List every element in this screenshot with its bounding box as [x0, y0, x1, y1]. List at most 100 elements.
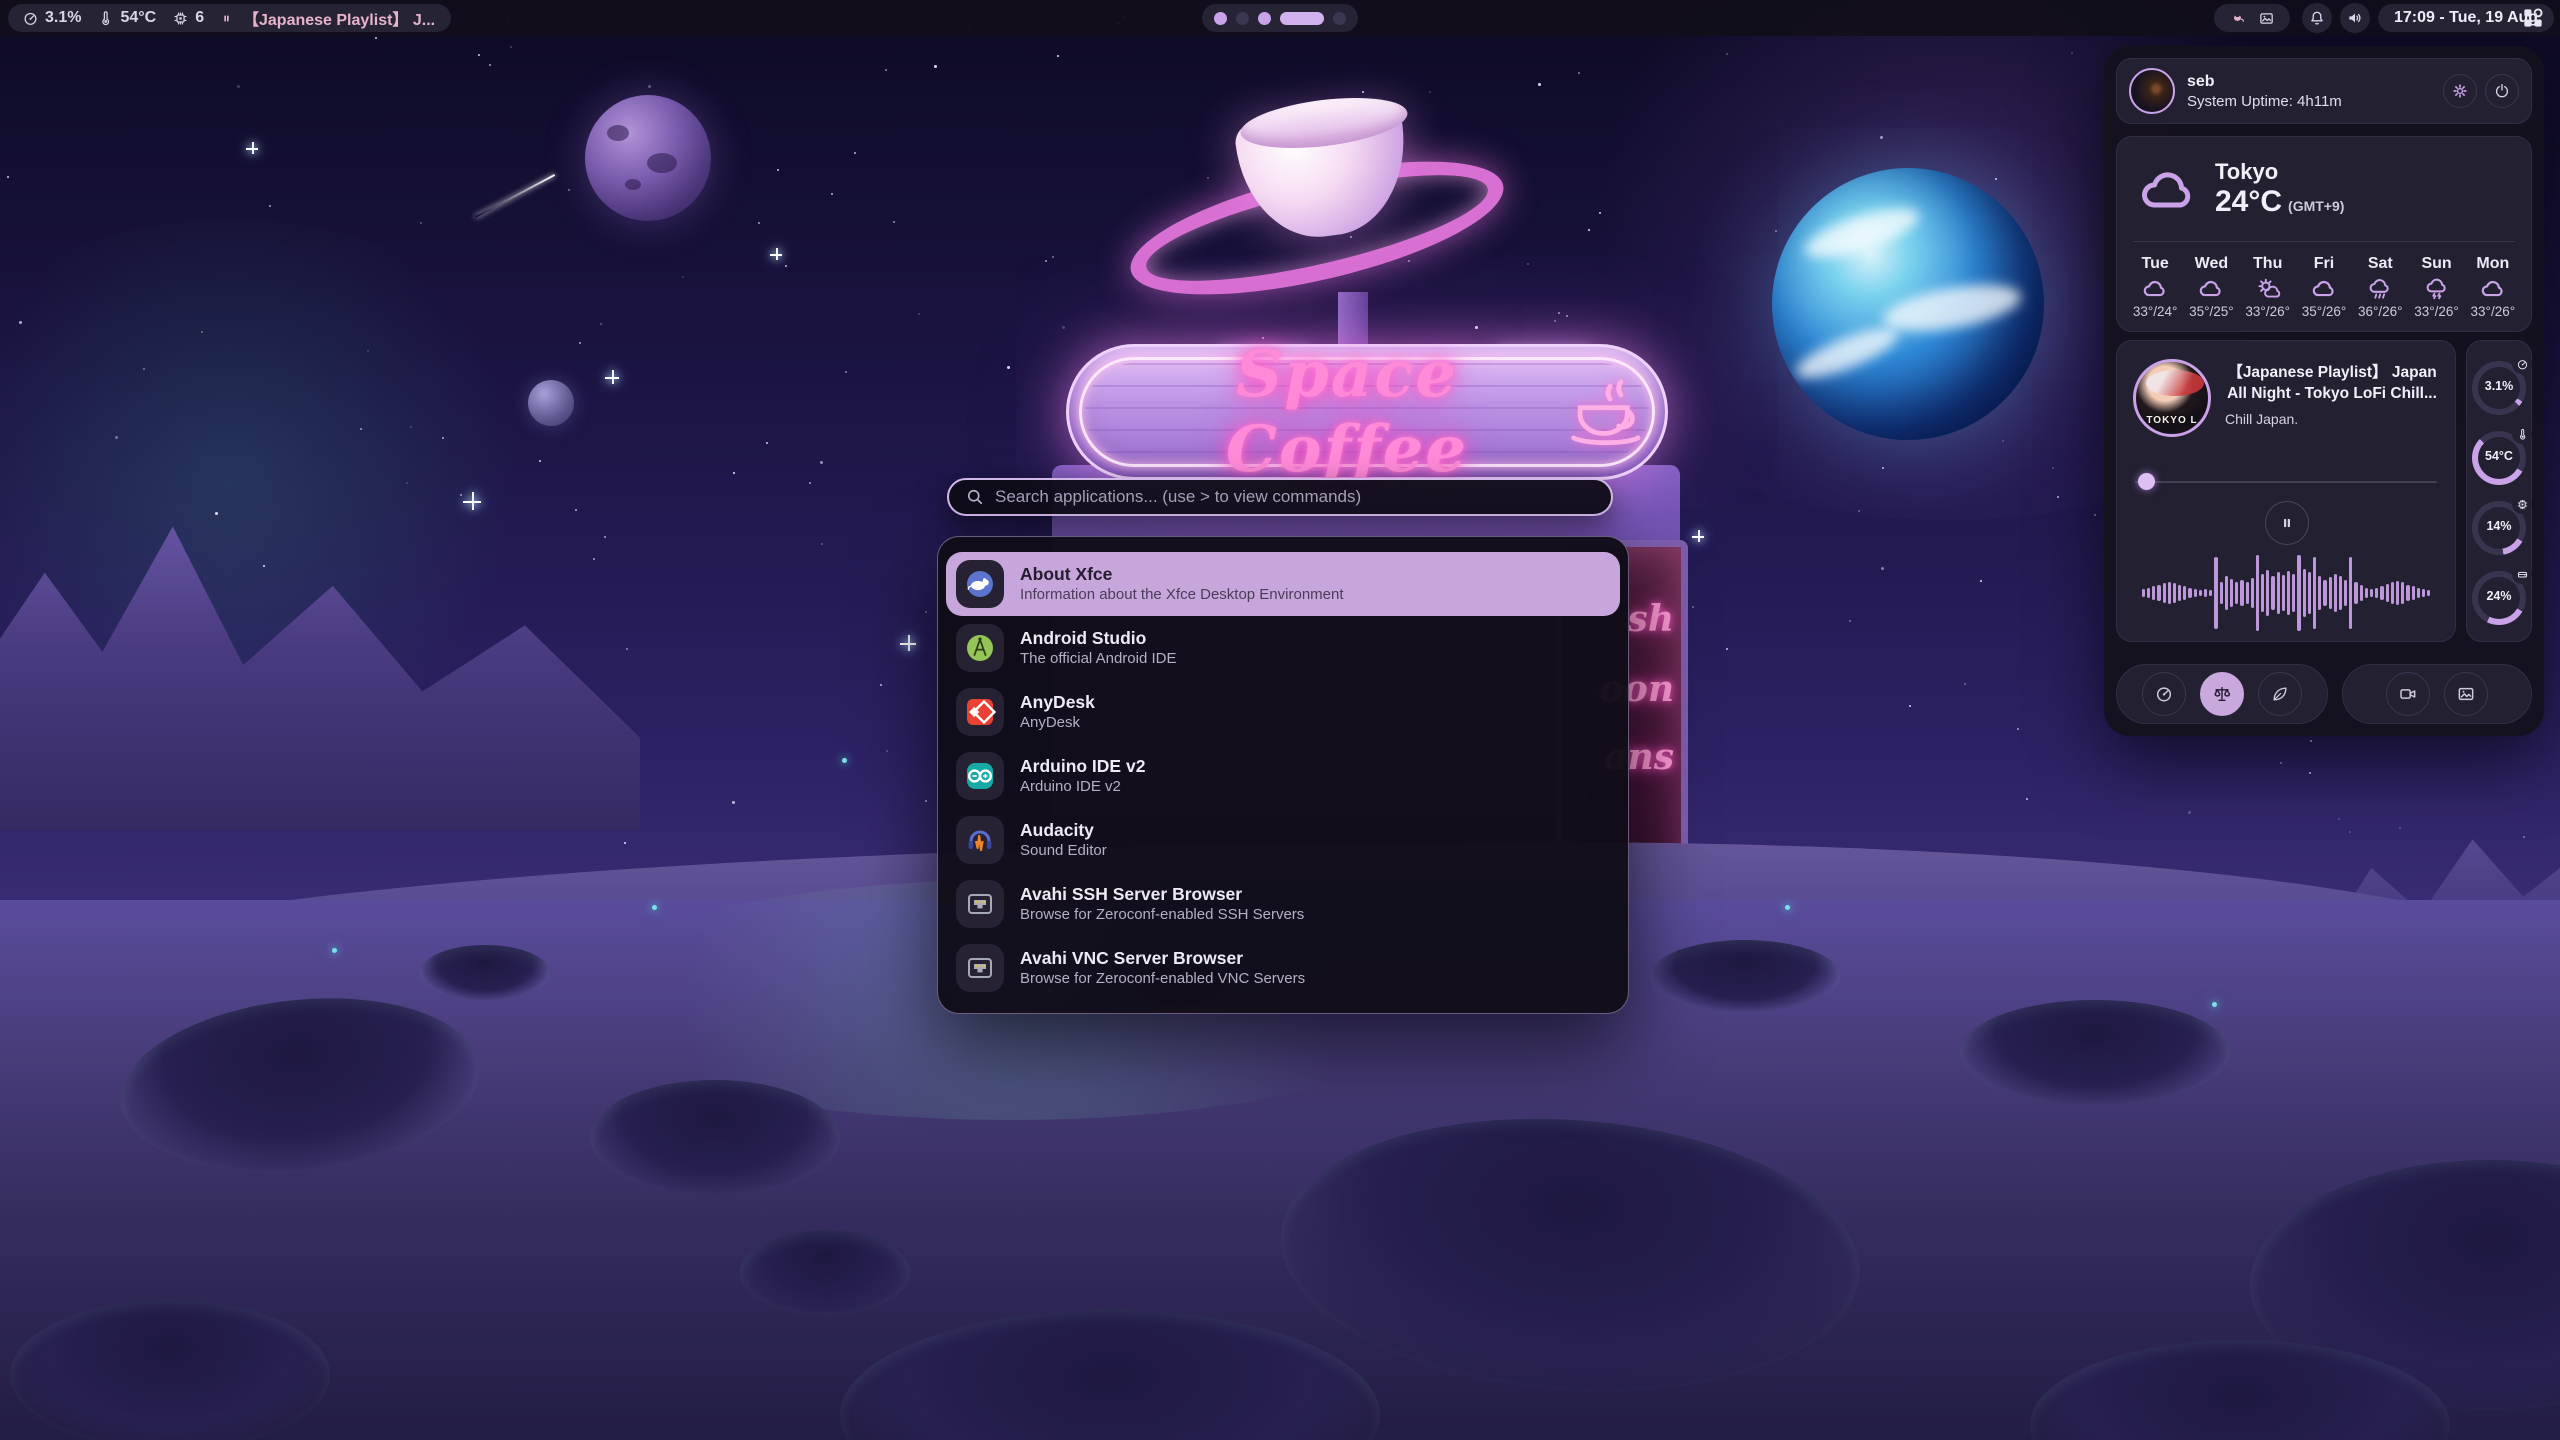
hard-disk-icon: [2512, 564, 2532, 584]
sparkle-star: [246, 142, 258, 154]
app-row-arduino[interactable]: Arduino IDE v2 Arduino IDE v2: [938, 744, 1628, 808]
sign-text: Space Coffee: [1117, 337, 1577, 487]
clock-text: 17:09 - Tue, 19 Aug: [2394, 9, 2538, 27]
sparkle-star: [1692, 530, 1704, 542]
weather-city: Tokyo: [2215, 159, 2278, 185]
app-description: AnyDesk: [1020, 714, 1095, 733]
weather-forecast-row: Tue 33°/24° Wed 35°/25° Thu 33°/26° Fri …: [2127, 253, 2521, 321]
workspace-dot-4-active[interactable]: [1280, 12, 1324, 25]
avatar[interactable]: [2129, 68, 2175, 114]
workspace-dot-2[interactable]: [1236, 12, 1249, 25]
earth-planet: [1772, 168, 2044, 440]
sparkle-star: [605, 370, 619, 384]
cloudy-icon: [2310, 276, 2338, 302]
gauge-icon: [2154, 684, 2174, 704]
app-description: Browse for Zeroconf-enabled VNC Servers: [1020, 970, 1305, 989]
cat-pet-icon[interactable]: [2229, 10, 2246, 27]
app-row-audacity[interactable]: Audacity Sound Editor: [938, 808, 1628, 872]
progress-track[interactable]: [2135, 481, 2437, 483]
thermometer-icon: [97, 10, 114, 27]
forecast-day: Fri 35°/26°: [2296, 253, 2352, 321]
memory-chip-icon: [172, 10, 189, 27]
sparkle-star: [463, 492, 481, 510]
anydesk-icon: [956, 688, 1004, 736]
launcher-search-bar[interactable]: [947, 478, 1613, 516]
search-icon: [965, 487, 985, 507]
system-uptime: System Uptime: 4h11m: [2187, 93, 2435, 110]
app-row-anydesk[interactable]: AnyDesk AnyDesk: [938, 680, 1628, 744]
gauge-icon: [22, 10, 39, 27]
app-row-avahi-vnc[interactable]: Avahi VNC Server Browser Browse for Zero…: [938, 936, 1628, 1000]
wallpaper-button[interactable]: [2444, 672, 2488, 716]
volume-button[interactable]: [2340, 3, 2370, 33]
arduino-icon: [956, 752, 1004, 800]
forecast-day: Mon 33°/26°: [2465, 253, 2521, 321]
forecast-day: Tue 33°/24°: [2127, 253, 2183, 321]
cloudy-icon: [2197, 276, 2225, 302]
weather-timezone: (GMT+9): [2288, 198, 2344, 214]
cpu-usage-value: 3.1%: [45, 9, 81, 27]
search-input[interactable]: [995, 487, 1595, 507]
album-art: TOKYO L: [2133, 359, 2211, 437]
balanced-mode-button[interactable]: [2200, 672, 2244, 716]
weather-temperature: 24°C(GMT+9): [2215, 185, 2344, 219]
balance-scales-icon: [2212, 684, 2232, 704]
progress-knob[interactable]: [2138, 473, 2155, 490]
track-title: 【Japanese Playlist】 Japan All Night - To…: [2223, 363, 2441, 405]
workspace-dot-1[interactable]: [1214, 12, 1227, 25]
performance-mode-button[interactable]: [2142, 672, 2186, 716]
floating-saturn-cup: [1152, 80, 1482, 320]
app-name: Audacity: [1020, 820, 1107, 842]
app-description: The official Android IDE: [1020, 650, 1176, 669]
screen-record-button[interactable]: [2386, 672, 2430, 716]
wallpaper-picture-icon[interactable]: [2258, 10, 2275, 27]
temperature-value: 54°C: [120, 9, 156, 27]
partly-sunny-icon: [2254, 276, 2282, 302]
crater: [10, 1300, 330, 1440]
sparkle-star: [770, 248, 782, 260]
play-pause-button[interactable]: [2265, 501, 2309, 545]
workspace-dot-5[interactable]: [1333, 12, 1346, 25]
weather-cloud-icon: [2135, 161, 2201, 221]
crater: [590, 1080, 840, 1195]
crater: [1650, 940, 1840, 1012]
overview-button[interactable]: [2520, 5, 2546, 36]
cpu-usage: 3.1%: [22, 9, 81, 27]
app-name: Android Studio: [1020, 628, 1176, 650]
notifications-button[interactable]: [2302, 3, 2332, 33]
glow-dot: [842, 758, 847, 763]
gear-icon: [2451, 82, 2469, 100]
xfce-mouse-icon: [956, 560, 1004, 608]
sparkle-star: [900, 635, 916, 651]
audio-visualizer: [2131, 555, 2441, 631]
power-mode-group: [2116, 664, 2328, 724]
app-row-android-studio[interactable]: Android Studio The official Android IDE: [938, 616, 1628, 680]
app-row-about-xfce[interactable]: About Xfce Information about the Xfce De…: [946, 552, 1620, 616]
workspace-dot-3[interactable]: [1258, 12, 1271, 25]
audacity-icon: [956, 816, 1004, 864]
small-moon: [528, 380, 574, 426]
app-row-avahi-ssh[interactable]: Avahi SSH Server Browser Browse for Zero…: [938, 872, 1628, 936]
album-caption: TOKYO L: [2136, 415, 2208, 426]
settings-button[interactable]: [2443, 74, 2477, 108]
glow-dot: [332, 948, 337, 953]
app-name: Avahi VNC Server Browser: [1020, 948, 1305, 970]
leaf-icon: [2270, 684, 2290, 704]
power-button[interactable]: [2485, 74, 2519, 108]
app-description: Arduino IDE v2: [1020, 778, 1145, 797]
powersave-mode-button[interactable]: [2258, 672, 2302, 716]
now-playing-label: 【Japanese Playlist】 J...: [243, 6, 435, 30]
workspace-indicator: [1202, 4, 1358, 32]
network-port-icon: [956, 944, 1004, 992]
forecast-day: Wed 35°/25°: [2183, 253, 2239, 321]
crater: [740, 1230, 910, 1315]
glow-dot: [1785, 905, 1790, 910]
neon-cup-icon: [1565, 377, 1651, 447]
now-playing-pill[interactable]: 【Japanese Playlist】 J...: [204, 4, 451, 32]
control-sidebar: seb System Uptime: 4h11m Tokyo 24°C(GMT+…: [2104, 46, 2544, 736]
video-camera-icon: [2398, 684, 2418, 704]
track-artist: Chill Japan.: [2225, 411, 2298, 427]
pause-icon: [220, 12, 233, 25]
memory-ring: 14%: [2471, 501, 2527, 551]
top-panel: 3.1% 54°C 6.8G 【Japanese Playlist】 J... …: [0, 0, 2560, 36]
